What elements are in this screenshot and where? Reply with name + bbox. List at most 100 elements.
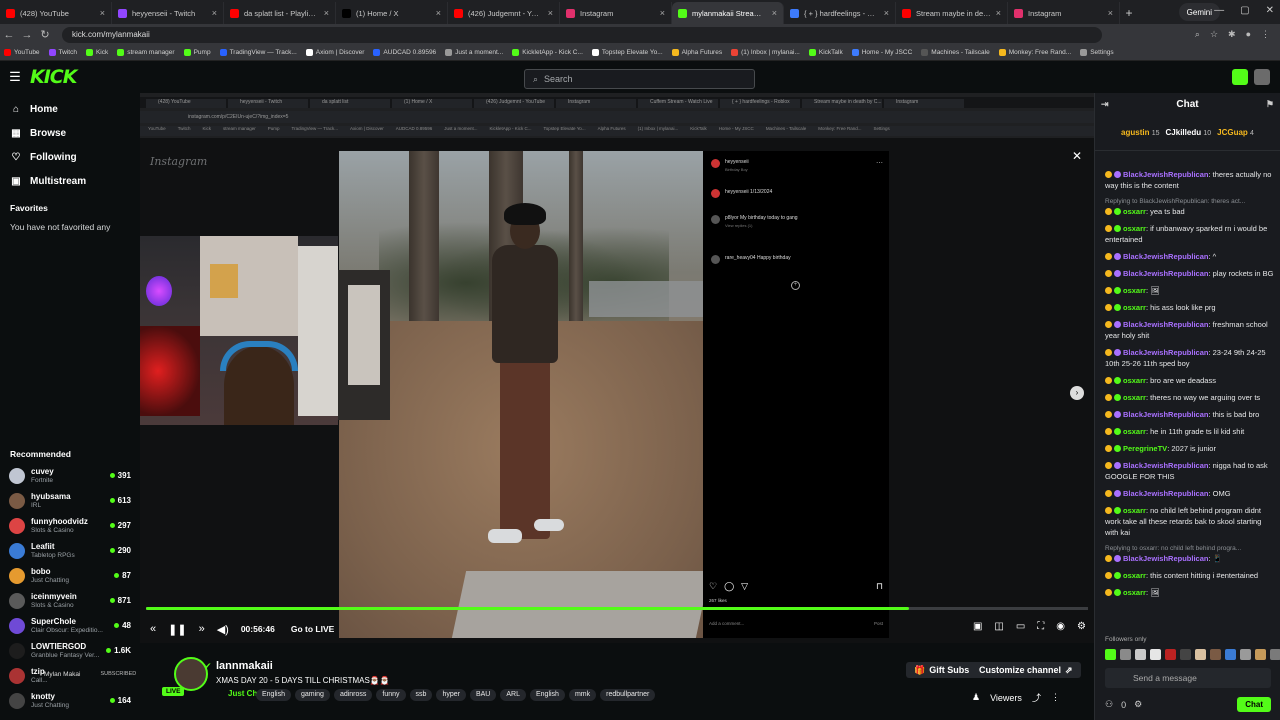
- chat-username[interactable]: osxarr: [1123, 224, 1146, 233]
- emote-icon[interactable]: [1270, 649, 1280, 660]
- kick-points-icon[interactable]: ⚇: [1105, 699, 1113, 710]
- close-tab-icon[interactable]: ×: [212, 8, 217, 18]
- chat-username[interactable]: BlackJewishRepublican: [1123, 461, 1208, 470]
- bookmark-item[interactable]: Twitch: [48, 49, 77, 56]
- chat-username[interactable]: BlackJewishRepublican: [1123, 252, 1208, 261]
- recommended-channel[interactable]: bobo Just Chatting 87: [0, 563, 140, 588]
- chat-settings-icon[interactable]: ⚑: [1266, 99, 1274, 110]
- rewind-icon[interactable]: «: [150, 623, 156, 635]
- live-indicator-icon[interactable]: ◉: [1056, 621, 1065, 632]
- maximize-icon[interactable]: ▢: [1240, 5, 1249, 16]
- chat-options-icon[interactable]: ⚙: [1134, 699, 1142, 710]
- bookmark-item[interactable]: Alpha Futures: [671, 49, 722, 56]
- bookmark-item[interactable]: Settings: [1080, 49, 1114, 56]
- stream-tag[interactable]: ssb: [409, 689, 433, 701]
- sidebar-item-browse[interactable]: ▦ Browse: [0, 121, 140, 145]
- chat-username[interactable]: BlackJewishRepublican: [1123, 348, 1208, 357]
- more-icon[interactable]: ⋮: [1051, 692, 1060, 703]
- stream-tag[interactable]: ARL: [500, 689, 526, 701]
- customize-channel-button[interactable]: Customize channel ⇗: [971, 662, 1081, 678]
- browser-tab[interactable]: heyyenseii - Twitch ×: [112, 2, 224, 24]
- chat-username[interactable]: BlackJewishRepublican: [1123, 170, 1208, 179]
- sidebar-item-home[interactable]: ⌂ Home: [0, 97, 140, 121]
- kick-logo[interactable]: KICK: [30, 66, 77, 88]
- bookmark-item[interactable]: (1) Inbox | mylanai...: [731, 49, 800, 56]
- browser-tab[interactable]: Instagram ×: [560, 2, 672, 24]
- search-input[interactable]: ⌕ Search: [524, 69, 755, 89]
- recommended-channel[interactable]: iceinmyvein Slots & Casino 871: [0, 588, 140, 613]
- back-icon[interactable]: ←: [0, 29, 18, 41]
- browser-tab[interactable]: da splatt list - Playlist - ... ×: [224, 2, 336, 24]
- chat-username[interactable]: PeregrineTV: [1123, 444, 1167, 453]
- extensions-icon[interactable]: ✱: [1228, 29, 1236, 40]
- browser-tab[interactable]: (428) YouTube ×: [0, 2, 112, 24]
- bookmark-item[interactable]: Topstep Elevate Yo...: [591, 49, 663, 56]
- close-tab-icon[interactable]: ×: [660, 8, 665, 18]
- chat-username[interactable]: BlackJewishRepublican: [1123, 269, 1208, 278]
- volume-icon[interactable]: ◀): [217, 623, 229, 636]
- stream-tag[interactable]: adinross: [333, 689, 373, 701]
- close-icon[interactable]: ✕: [1266, 5, 1274, 16]
- reload-icon[interactable]: ↻: [36, 28, 54, 41]
- emote-icon[interactable]: [1240, 649, 1251, 660]
- sidebar-item-multistream[interactable]: ▣ Multistream: [0, 169, 140, 193]
- seek-bar[interactable]: [146, 607, 1088, 610]
- emote-icon[interactable]: [1255, 649, 1266, 660]
- chat-username[interactable]: BlackJewishRepublican: [1123, 489, 1208, 498]
- recommended-channel[interactable]: LOWTIERGOD Granblue Fantasy Ver... 1.6K: [0, 638, 140, 663]
- close-tab-icon[interactable]: ×: [324, 8, 329, 18]
- recommended-channel[interactable]: Leafiit Tabletop RPGs 290: [0, 538, 140, 563]
- browser-tab[interactable]: (426) Judgemnt - YouTube ×: [448, 2, 560, 24]
- fullscreen-icon[interactable]: ⛶: [1037, 621, 1044, 632]
- zoom-icon[interactable]: ⌕: [1195, 29, 1200, 40]
- close-tab-icon[interactable]: ×: [100, 8, 105, 18]
- chat-username[interactable]: osxarr: [1123, 207, 1146, 216]
- chat-input[interactable]: Send a message: [1105, 668, 1271, 688]
- go-to-live-button[interactable]: Go to LIVE: [291, 624, 334, 634]
- clip-icon[interactable]: ▣: [973, 621, 982, 632]
- bookmark-item[interactable]: Monkey: Free Rand...: [998, 49, 1071, 56]
- bookmark-item[interactable]: KickTalk: [808, 49, 843, 56]
- chat-username[interactable]: osxarr: [1123, 588, 1146, 597]
- pause-icon[interactable]: ❚❚: [168, 623, 186, 636]
- chat-username[interactable]: osxarr: [1123, 427, 1146, 436]
- menu-dots-icon[interactable]: ⋮: [1261, 29, 1270, 40]
- minimize-icon[interactable]: —: [1214, 5, 1224, 16]
- close-tab-icon[interactable]: ×: [884, 8, 889, 18]
- chat-username[interactable]: osxarr: [1123, 393, 1146, 402]
- bookmark-item[interactable]: Pump: [183, 49, 211, 56]
- url-field[interactable]: kick.com/mylanmakaii: [62, 26, 1102, 43]
- recommended-channel[interactable]: funnyhoodvidz Slots & Casino 297: [0, 513, 140, 538]
- bookmark-item[interactable]: Machines - Tailscale: [921, 49, 990, 56]
- fast-forward-icon[interactable]: »: [199, 623, 205, 635]
- emote-icon[interactable]: [1180, 649, 1191, 660]
- viewers-label[interactable]: Viewers: [990, 693, 1022, 703]
- chat-username[interactable]: osxarr: [1123, 376, 1146, 385]
- bookmark-item[interactable]: Kick: [85, 49, 108, 56]
- browser-tab[interactable]: mylanmakaii Stream - ... ×: [672, 2, 784, 24]
- bookmark-item[interactable]: KickletApp - Kick C...: [512, 49, 583, 56]
- video-player[interactable]: (428) YouTube heyyenseii - Twitch da splat…: [140, 93, 1094, 643]
- stream-tag[interactable]: English: [529, 689, 565, 701]
- gift-subs-button[interactable]: 🎁 Gift Subs: [906, 662, 978, 678]
- close-tab-icon[interactable]: ×: [548, 8, 553, 18]
- chat-username[interactable]: osxarr: [1123, 303, 1146, 312]
- chat-username[interactable]: BlackJewishRepublican: [1123, 554, 1208, 563]
- close-tab-icon[interactable]: ×: [436, 8, 441, 18]
- streamer-avatar[interactable]: [174, 657, 208, 691]
- avatar[interactable]: [1254, 69, 1270, 85]
- emote-icon[interactable]: [1120, 649, 1131, 660]
- stream-tag[interactable]: gaming: [294, 689, 330, 701]
- chat-username[interactable]: BlackJewishRepublican: [1123, 410, 1208, 419]
- streamer-name[interactable]: lannmakaii: [216, 660, 273, 672]
- browser-tab[interactable]: Instagram ×: [1008, 2, 1120, 24]
- bookmark-item[interactable]: Axiom | Discover: [305, 49, 364, 56]
- chat-username[interactable]: osxarr: [1123, 286, 1146, 295]
- close-tab-icon[interactable]: ×: [1108, 8, 1113, 18]
- notification-icon[interactable]: [1232, 69, 1248, 85]
- bookmark-item[interactable]: TradingView — Track...: [219, 49, 297, 56]
- profile-icon[interactable]: ●: [1246, 29, 1251, 40]
- bookmark-item[interactable]: Home - My JSCC: [851, 49, 912, 56]
- recommended-channel[interactable]: cuvey Fortnite 391: [0, 463, 140, 488]
- browser-tab[interactable]: { + } hardfeelings - Roblox ×: [784, 2, 896, 24]
